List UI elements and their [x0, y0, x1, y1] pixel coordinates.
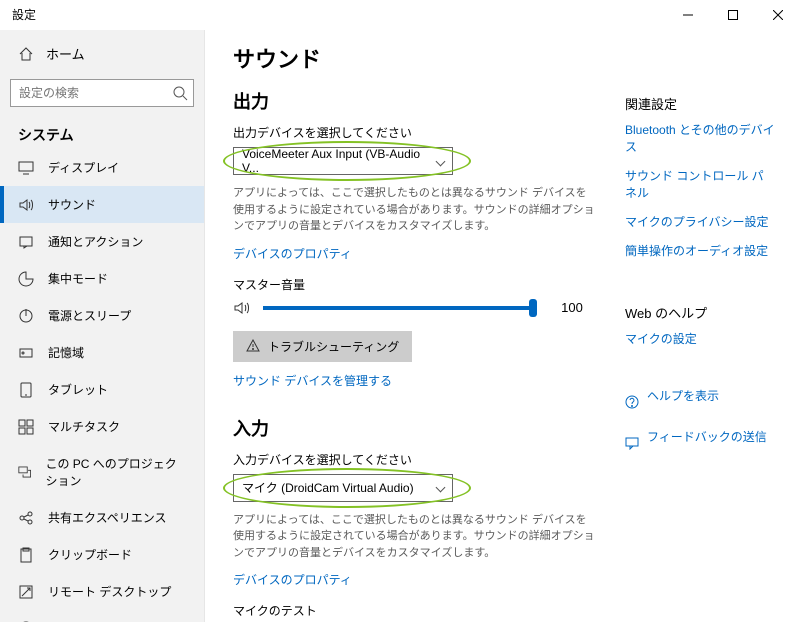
multitask-icon: [18, 419, 34, 435]
sidebar-item-label: この PC へのプロジェクション: [45, 455, 186, 489]
sidebar-item-label: 集中モード: [48, 270, 108, 287]
chevron-down-icon: [436, 483, 446, 493]
sidebar-item-label: 記憶域: [48, 344, 84, 361]
storage-icon: [18, 345, 34, 361]
shared-icon: [18, 510, 34, 526]
web-help-link[interactable]: マイクの設定: [625, 330, 775, 347]
display-icon: [18, 160, 34, 176]
output-heading: 出力: [233, 88, 597, 114]
sidebar-item-label: リモート デスクトップ: [48, 583, 171, 600]
sidebar-nav: ディスプレイ サウンド 通知とアクション 集中モード 電源とスリープ 記憶域 タ…: [0, 149, 204, 622]
output-select-label: 出力デバイスを選択してください: [233, 124, 597, 141]
warning-icon: [246, 339, 260, 353]
home-link[interactable]: ホーム: [0, 36, 204, 71]
sidebar-item-label: サウンド: [48, 196, 96, 213]
titlebar: 設定: [0, 0, 800, 30]
search-input[interactable]: [10, 79, 194, 107]
clipboard-icon: [18, 547, 34, 563]
sidebar-item-projection[interactable]: この PC へのプロジェクション: [0, 445, 204, 499]
input-device-properties-link[interactable]: デバイスのプロパティ: [233, 571, 597, 588]
chevron-down-icon: [436, 156, 446, 166]
related-link-sound-panel[interactable]: サウンド コントロール パネル: [625, 167, 775, 201]
notify-icon: [18, 234, 34, 250]
aside-panel: 関連設定 Bluetooth とその他のデバイス サウンド コントロール パネル…: [625, 30, 785, 622]
related-link-ease-audio[interactable]: 簡単操作のオーディオ設定: [625, 242, 775, 259]
sidebar-item-power[interactable]: 電源とスリープ: [0, 297, 204, 334]
input-select-label: 入力デバイスを選択してください: [233, 451, 597, 468]
sidebar-item-shared[interactable]: 共有エクスペリエンス: [0, 499, 204, 536]
sidebar-item-label: 通知とアクション: [48, 233, 143, 250]
output-manage-devices-link[interactable]: サウンド デバイスを管理する: [233, 372, 597, 389]
master-volume-label: マスター音量: [233, 276, 597, 293]
sidebar-item-multitask[interactable]: マルチタスク: [0, 408, 204, 445]
tablet-icon: [18, 382, 34, 398]
power-icon: [18, 308, 34, 324]
sidebar-item-notifications[interactable]: 通知とアクション: [0, 223, 204, 260]
sidebar-item-tablet[interactable]: タブレット: [0, 371, 204, 408]
speaker-icon: [233, 299, 251, 317]
sidebar-item-sound[interactable]: サウンド: [0, 186, 204, 223]
sidebar-item-about[interactable]: バージョン情報: [0, 610, 204, 622]
sidebar-item-label: タブレット: [48, 381, 108, 398]
main-content: サウンド 出力 出力デバイスを選択してください VoiceMeeter Aux …: [205, 30, 625, 622]
focus-icon: [18, 271, 34, 287]
help-icon: [625, 395, 639, 409]
feedback-icon: [625, 436, 639, 450]
master-volume-value: 100: [547, 300, 597, 315]
input-device-dropdown[interactable]: マイク (DroidCam Virtual Audio): [233, 474, 453, 502]
output-help-text: アプリによっては、ここで選択したものとは異なるサウンド デバイスを使用するように…: [233, 185, 597, 235]
sidebar-group-title: システム: [0, 115, 204, 149]
sidebar-item-label: 電源とスリープ: [48, 307, 131, 324]
projection-icon: [18, 464, 31, 480]
window-title: 設定: [12, 6, 36, 23]
web-help-header: Web のヘルプ: [625, 303, 775, 322]
master-volume-slider[interactable]: [263, 306, 535, 310]
sidebar-item-focus[interactable]: 集中モード: [0, 260, 204, 297]
input-device-value: マイク (DroidCam Virtual Audio): [242, 479, 414, 496]
sidebar-item-clipboard[interactable]: クリップボード: [0, 536, 204, 573]
output-device-properties-link[interactable]: デバイスのプロパティ: [233, 245, 597, 262]
sidebar-item-display[interactable]: ディスプレイ: [0, 149, 204, 186]
output-device-dropdown[interactable]: VoiceMeeter Aux Input (VB-Audio V...: [233, 147, 453, 175]
sidebar-item-storage[interactable]: 記憶域: [0, 334, 204, 371]
feedback-link[interactable]: フィードバックの送信: [625, 428, 775, 457]
page-title: サウンド: [233, 42, 597, 74]
input-heading: 入力: [233, 415, 597, 441]
input-help-text: アプリによっては、ここで選択したものとは異なるサウンド デバイスを使用するように…: [233, 512, 597, 562]
related-settings-header: 関連設定: [625, 94, 775, 113]
search-icon: [172, 85, 188, 104]
remote-icon: [18, 584, 34, 600]
help-label: ヘルプを表示: [647, 387, 719, 404]
related-link-mic-privacy[interactable]: マイクのプライバシー設定: [625, 213, 775, 230]
home-label: ホーム: [46, 44, 85, 63]
feedback-label: フィードバックの送信: [647, 428, 767, 445]
sidebar-item-label: ディスプレイ: [48, 159, 119, 176]
close-button[interactable]: [755, 0, 800, 30]
get-help-link[interactable]: ヘルプを表示: [625, 387, 775, 416]
related-link-bluetooth[interactable]: Bluetooth とその他のデバイス: [625, 121, 775, 155]
troubleshoot-label: トラブルシューティング: [268, 338, 399, 355]
output-troubleshoot-button[interactable]: トラブルシューティング: [233, 331, 412, 362]
search-box[interactable]: [10, 79, 194, 107]
sound-icon: [18, 197, 34, 213]
output-device-value: VoiceMeeter Aux Input (VB-Audio V...: [242, 147, 437, 175]
home-icon: [18, 46, 34, 62]
sidebar-item-label: 共有エクスペリエンス: [48, 509, 167, 526]
maximize-button[interactable]: [710, 0, 755, 30]
sidebar-item-remote[interactable]: リモート デスクトップ: [0, 573, 204, 610]
mic-test-label: マイクのテスト: [233, 602, 597, 619]
sidebar-item-label: マルチタスク: [48, 418, 120, 435]
sidebar: ホーム システム ディスプレイ サウンド 通知とアクション 集中モード 電源とス…: [0, 30, 205, 622]
sidebar-item-label: クリップボード: [48, 546, 132, 563]
minimize-button[interactable]: [665, 0, 710, 30]
